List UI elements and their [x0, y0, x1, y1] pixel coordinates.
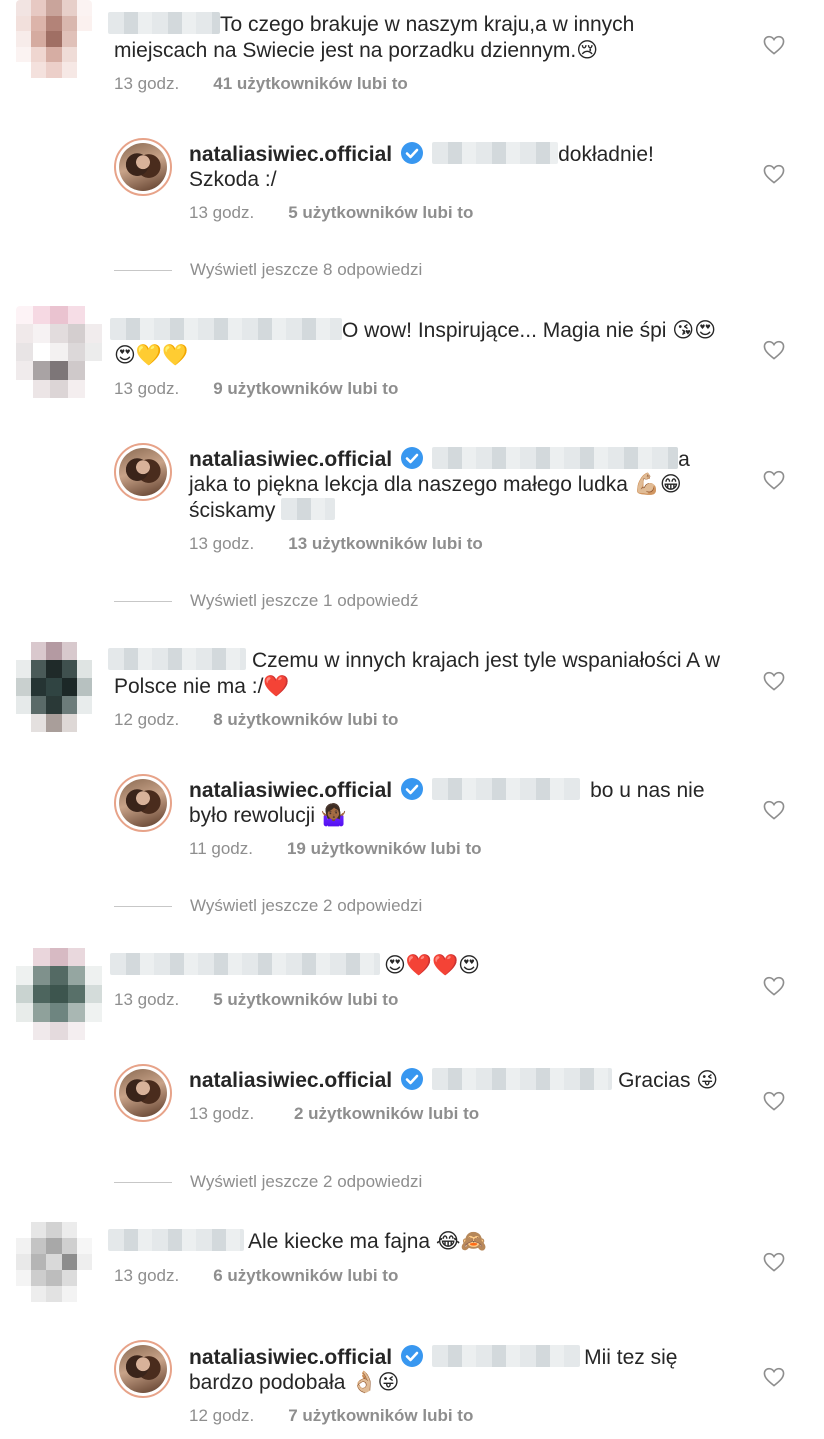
reply-username[interactable]: nataliasiwiec.official [189, 448, 392, 471]
heart-outline-icon[interactable] [763, 976, 785, 996]
commenter-username[interactable] [108, 1229, 244, 1251]
commenter-avatar[interactable] [16, 0, 92, 78]
verified-badge-icon [401, 142, 424, 164]
heart-outline-icon[interactable] [763, 1091, 785, 1111]
reply-likes[interactable]: 2 użytkowników lubi to [294, 1104, 479, 1123]
reply-text: Gracias 😜 [618, 1069, 719, 1092]
heart-outline-icon[interactable] [763, 800, 785, 820]
reply-likes[interactable]: 19 użytkowników lubi to [287, 839, 482, 858]
comment-time[interactable]: 13 godz. [114, 74, 179, 93]
commenter-avatar[interactable] [16, 1222, 92, 1302]
mentioned-username[interactable] [432, 778, 581, 800]
comment-time[interactable]: 13 godz. [114, 379, 179, 398]
reply-text: ściskamy [189, 499, 276, 522]
comment-likes[interactable]: 6 użytkowników lubi to [213, 1266, 398, 1285]
reply-text: jaka to piękna lekcja dla naszego małego… [189, 473, 682, 496]
comment-text: Polsce nie ma :/❤️ [114, 675, 290, 698]
reply-text: a [678, 448, 690, 471]
comment-text: 😍❤️❤️😍 [384, 954, 481, 977]
verified-badge-icon [401, 1068, 424, 1090]
reply-likes[interactable]: 5 użytkowników lubi to [288, 203, 473, 222]
heart-outline-icon[interactable] [763, 340, 785, 360]
comment-text: To czego brakuje w naszym kraju,a w inny… [220, 13, 635, 36]
verified-badge-icon [401, 1345, 424, 1367]
reply-text: bardzo podobała 👌🏼😜 [189, 1371, 400, 1394]
reply-avatar[interactable] [114, 1340, 172, 1398]
divider [114, 601, 172, 603]
comment-text: 😍💛💛 [114, 344, 189, 367]
comment-text: miejscach na Swiecie jest na porzadku dz… [114, 39, 599, 62]
comment-text: Ale kiecke ma fajna 😂🙈 [248, 1230, 487, 1253]
reply-likes[interactable]: 7 użytkowników lubi to [288, 1406, 473, 1425]
reply-username[interactable]: nataliasiwiec.official [189, 779, 392, 802]
comment-time[interactable]: 13 godz. [114, 990, 179, 1009]
comment-likes[interactable]: 9 użytkowników lubi to [213, 379, 398, 398]
divider [114, 906, 172, 908]
commenter-avatar[interactable] [16, 306, 102, 398]
heart-outline-icon[interactable] [763, 1367, 785, 1387]
comment-text: Czemu w innych krajach jest tyle wspania… [252, 649, 721, 672]
commenter-avatar[interactable] [16, 948, 102, 1040]
divider [114, 270, 172, 272]
view-more-label[interactable]: Wyświetl jeszcze 2 odpowiedzi [190, 1172, 422, 1191]
mentioned-username[interactable] [432, 142, 559, 164]
reply-time[interactable]: 11 godz. [189, 839, 253, 858]
comment-likes[interactable]: 5 użytkowników lubi to [213, 990, 398, 1009]
view-more-replies[interactable]: Wyświetl jeszcze 2 odpowiedzi [114, 1172, 422, 1192]
view-more-label[interactable]: Wyświetl jeszcze 1 odpowiedź [190, 591, 419, 610]
reply-likes[interactable]: 13 użytkowników lubi to [288, 534, 483, 553]
mentioned-username[interactable] [281, 498, 336, 520]
mentioned-username[interactable] [432, 447, 679, 469]
heart-outline-icon[interactable] [763, 164, 785, 184]
view-more-replies[interactable]: Wyświetl jeszcze 2 odpowiedzi [114, 896, 422, 916]
reply-time[interactable]: 13 godz. [189, 534, 254, 553]
view-more-replies[interactable]: Wyświetl jeszcze 1 odpowiedź [114, 591, 419, 611]
reply-time[interactable]: 13 godz. [189, 1104, 254, 1124]
mentioned-username[interactable] [432, 1068, 613, 1090]
reply-time[interactable]: 13 godz. [189, 203, 254, 222]
reply-time[interactable]: 12 godz. [189, 1406, 254, 1425]
reply-username[interactable]: nataliasiwiec.official [189, 1069, 392, 1092]
reply-username[interactable]: nataliasiwiec.official [189, 1346, 392, 1369]
view-more-label[interactable]: Wyświetl jeszcze 8 odpowiedzi [190, 260, 422, 279]
commenter-username[interactable] [108, 648, 246, 670]
heart-outline-icon[interactable] [763, 35, 785, 55]
divider [114, 1182, 172, 1184]
view-more-label[interactable]: Wyświetl jeszcze 2 odpowiedzi [190, 896, 422, 915]
verified-badge-icon [401, 778, 424, 800]
reply-username[interactable]: nataliasiwiec.official [189, 143, 392, 166]
reply-avatar[interactable] [114, 443, 172, 501]
comment-time[interactable]: 13 godz. [114, 1266, 179, 1285]
reply-avatar[interactable] [114, 774, 172, 832]
heart-outline-icon[interactable] [763, 1252, 785, 1272]
heart-outline-icon[interactable] [763, 470, 785, 490]
comment-likes[interactable]: 8 użytkowników lubi to [213, 710, 398, 729]
reply-text: bo u nas nie [590, 779, 705, 802]
reply-text: Mii tez się [584, 1346, 678, 1369]
reply-text: było rewolucji 🤷🏾‍♀️ [189, 804, 348, 827]
commenter-username[interactable] [108, 12, 220, 34]
comment-time[interactable]: 12 godz. [114, 710, 179, 729]
verified-badge-icon [401, 447, 424, 469]
heart-outline-icon[interactable] [763, 671, 785, 691]
mentioned-username[interactable] [432, 1345, 581, 1367]
reply-avatar[interactable] [114, 138, 172, 196]
commenter-username[interactable] [110, 953, 380, 975]
reply-text: Szkoda :/ [189, 168, 277, 191]
view-more-replies[interactable]: Wyświetl jeszcze 8 odpowiedzi [114, 260, 422, 280]
commenter-avatar[interactable] [16, 642, 92, 732]
comment-likes[interactable]: 41 użytkowników lubi to [213, 74, 408, 93]
comment-text: O wow! Inspirujące... Magia nie śpi 😘😍 [342, 319, 717, 342]
commenter-username[interactable] [110, 318, 342, 340]
reply-avatar[interactable] [114, 1064, 172, 1122]
reply-text: dokładnie! [558, 143, 654, 166]
